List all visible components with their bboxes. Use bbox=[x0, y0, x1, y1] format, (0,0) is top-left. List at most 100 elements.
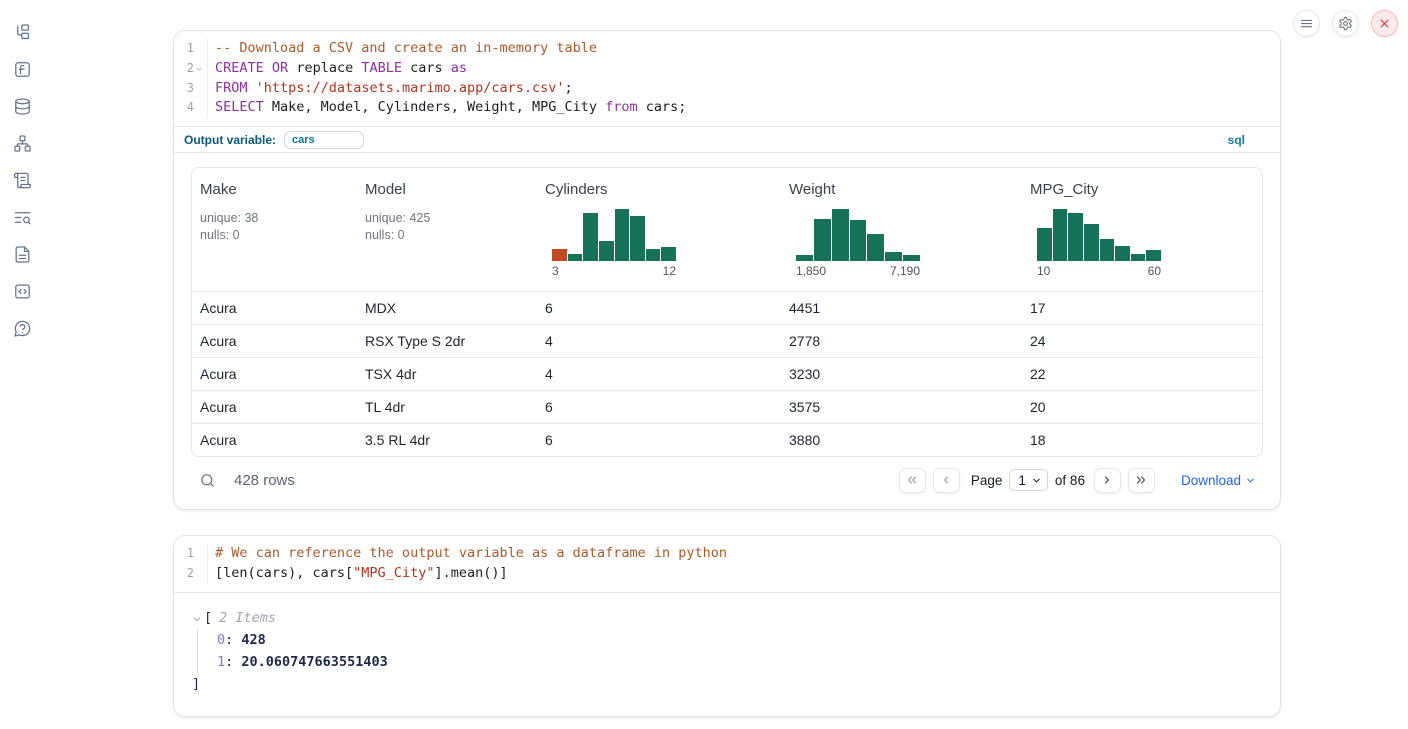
next-page-button[interactable] bbox=[1094, 468, 1121, 493]
histogram-weight: 1,850 7,190 bbox=[796, 209, 920, 278]
item-value: 428 bbox=[241, 632, 265, 648]
histogram-bar bbox=[1084, 224, 1099, 261]
hist-min-label: 3 bbox=[552, 264, 559, 278]
python-output: [ 2 Items 0: 4281: 20.060747663551403 ] bbox=[174, 592, 1280, 716]
code-line: 2CREATE OR replace TABLE cars as bbox=[174, 59, 1280, 79]
shutdown-button[interactable] bbox=[1371, 10, 1398, 37]
hist-max-label: 60 bbox=[1148, 264, 1161, 278]
table-cell: 3575 bbox=[781, 399, 1022, 415]
column-stats: unique: 425nulls: 0 bbox=[365, 210, 529, 244]
last-page-button[interactable] bbox=[1128, 468, 1155, 493]
page-select[interactable]: 1 bbox=[1009, 469, 1048, 491]
column-header-model[interactable]: Model unique: 425nulls: 0 bbox=[357, 168, 537, 291]
settings-button[interactable] bbox=[1332, 10, 1359, 37]
table-footer: 428 rows Page 1 of 86 bbox=[191, 457, 1263, 503]
output-variable-bar: Output variable: sql bbox=[174, 126, 1280, 153]
menu-button[interactable] bbox=[1293, 10, 1320, 37]
table-row: AcuraTL 4dr6357520 bbox=[192, 390, 1262, 423]
documentation-icon[interactable] bbox=[12, 244, 32, 264]
search-icon[interactable] bbox=[199, 471, 217, 489]
scratchpad-icon[interactable] bbox=[12, 170, 32, 190]
table-cell: TL 4dr bbox=[357, 399, 537, 415]
pagination: Page 1 of 86 Download bbox=[899, 468, 1262, 493]
rows-count: 428 rows bbox=[234, 472, 295, 489]
gear-icon bbox=[1338, 16, 1353, 31]
file-tree-icon[interactable] bbox=[12, 22, 32, 42]
histogram-mpg_city: 10 60 bbox=[1037, 209, 1161, 278]
tree-head: [ 2 Items bbox=[192, 608, 1262, 630]
column-header-mpg_city[interactable]: MPG_City1060 bbox=[1022, 168, 1262, 291]
prev-page-button[interactable] bbox=[933, 468, 960, 493]
column-header-cylinders[interactable]: Cylinders 312 bbox=[537, 168, 781, 291]
code-line: 1# We can reference the output variable … bbox=[174, 544, 1280, 564]
tree-entries: 0: 4281: 20.060747663551403 bbox=[197, 630, 1262, 673]
sql-cell: 1-- Download a CSV and create an in-memo… bbox=[173, 30, 1281, 510]
chevron-down-icon bbox=[1245, 475, 1256, 486]
column-label: Weight bbox=[789, 181, 1014, 198]
output-variable-input[interactable] bbox=[284, 131, 364, 149]
dependency-graph-icon[interactable] bbox=[12, 133, 32, 153]
menu-icon bbox=[1299, 16, 1314, 31]
logs-icon[interactable] bbox=[12, 207, 32, 227]
table-cell: 6 bbox=[537, 300, 781, 316]
histogram-bar bbox=[832, 209, 849, 261]
page-select-value: 1 bbox=[1018, 473, 1026, 488]
column-label: Model bbox=[365, 181, 529, 198]
histogram-bar bbox=[661, 247, 676, 261]
table-cell: Acura bbox=[192, 366, 357, 382]
code-line: 4SELECT Make, Model, Cylinders, Weight, … bbox=[174, 98, 1280, 118]
download-label: Download bbox=[1181, 473, 1241, 488]
code-line: 1-- Download a CSV and create an in-memo… bbox=[174, 39, 1280, 59]
chevrons-left-icon bbox=[905, 473, 919, 487]
download-button[interactable]: Download bbox=[1181, 473, 1256, 488]
python-editor[interactable]: 1# We can reference the output variable … bbox=[174, 536, 1280, 592]
functions-icon[interactable] bbox=[12, 59, 32, 79]
table-cell: 4 bbox=[537, 333, 781, 349]
python-cell: 1# We can reference the output variable … bbox=[173, 535, 1281, 717]
histogram-bar bbox=[903, 255, 920, 261]
snippets-icon[interactable] bbox=[12, 281, 32, 301]
data-table: Makeunique: 38nulls: 0 Model unique: 425nu… bbox=[191, 167, 1263, 457]
hist-min-label: 10 bbox=[1037, 264, 1050, 278]
column-stats: unique: 38nulls: 0 bbox=[200, 210, 349, 244]
fold-chevron-icon[interactable] bbox=[194, 65, 204, 73]
hist-min-label: 1,850 bbox=[796, 264, 826, 278]
table-cell: 17 bbox=[1022, 300, 1262, 316]
output-variable-label: Output variable: bbox=[184, 133, 276, 147]
list-item: 0: 428 bbox=[217, 630, 1262, 652]
table-cell: MDX bbox=[357, 300, 537, 316]
table-cell: 4 bbox=[537, 366, 781, 382]
table-cell: 3880 bbox=[781, 432, 1022, 448]
histogram-bar bbox=[796, 255, 813, 261]
page-total-label: of 86 bbox=[1055, 473, 1085, 488]
datasources-icon[interactable] bbox=[12, 96, 32, 116]
column-header-make[interactable]: Makeunique: 38nulls: 0 bbox=[192, 168, 357, 291]
table-body: AcuraMDX6445117AcuraRSX Type S 2dr427782… bbox=[192, 291, 1262, 456]
table-cell: Acura bbox=[192, 333, 357, 349]
histogram-bar bbox=[630, 216, 645, 261]
code-line: 2[len(cars), cars["MPG_City"].mean()] bbox=[174, 564, 1280, 584]
chevron-down-icon bbox=[1031, 475, 1042, 486]
column-label: Cylinders bbox=[545, 181, 773, 198]
sql-output-area: Makeunique: 38nulls: 0 Model unique: 425nu… bbox=[174, 153, 1280, 509]
collapse-chevron-icon[interactable] bbox=[192, 614, 204, 624]
table-cell: 3230 bbox=[781, 366, 1022, 382]
line-number: 1 bbox=[187, 39, 194, 59]
sql-editor[interactable]: 1-- Download a CSV and create an in-memo… bbox=[174, 31, 1280, 126]
histogram-bar bbox=[1053, 209, 1068, 261]
hist-max-label: 7,190 bbox=[890, 264, 920, 278]
language-badge[interactable]: sql bbox=[1228, 133, 1245, 147]
table-cell: 3.5 RL 4dr bbox=[357, 432, 537, 448]
column-header-weight[interactable]: Weight 1,850 7,190 bbox=[781, 168, 1022, 291]
line-number: 3 bbox=[187, 79, 194, 99]
table-header: Makeunique: 38nulls: 0 Model unique: 425nu… bbox=[192, 168, 1262, 291]
table-row: AcuraMDX6445117 bbox=[192, 291, 1262, 324]
histogram-cylinders: 312 bbox=[552, 209, 676, 278]
table-cell: Acura bbox=[192, 399, 357, 415]
item-index: 0 bbox=[217, 632, 225, 648]
help-icon[interactable] bbox=[12, 318, 32, 338]
histogram-bar bbox=[1115, 246, 1130, 261]
close-icon bbox=[1377, 16, 1392, 31]
first-page-button[interactable] bbox=[899, 468, 926, 493]
table-cell: 6 bbox=[537, 399, 781, 415]
